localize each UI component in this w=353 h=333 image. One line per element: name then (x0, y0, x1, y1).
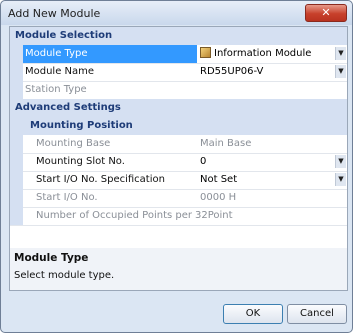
category-module-selection[interactable]: Module Selection (10, 27, 347, 45)
dropdown-arrow-icon[interactable]: ▼ (335, 65, 346, 78)
row-indent (10, 207, 23, 225)
category-advanced-settings[interactable]: Advanced Settings (10, 99, 347, 117)
start-io-spec-dropdown[interactable]: Not Set ▼ (195, 171, 347, 189)
module-type-label: Module Type (23, 45, 197, 63)
row-indent (10, 189, 23, 207)
mounting-base-value: Main Base (200, 138, 252, 149)
row-indent (10, 45, 23, 63)
module-type-dropdown[interactable]: Information Module ▼ (195, 45, 347, 63)
module-name-dropdown[interactable]: RD55UP06-V ▼ (195, 63, 347, 81)
row-indent (10, 135, 23, 153)
row-mounting-slot[interactable]: Mounting Slot No. 0 ▼ (10, 153, 347, 172)
occupied-points-label: Number of Occupied Points per 1 (36, 210, 195, 221)
row-start-io-spec[interactable]: Start I/O No. Specification Not Set ▼ (10, 171, 347, 190)
dropdown-arrow-icon[interactable]: ▼ (335, 155, 346, 168)
category-label: Module Selection (15, 30, 113, 41)
station-type-label: Station Type (25, 84, 87, 95)
row-indent (10, 63, 23, 81)
ok-button[interactable]: OK (223, 304, 283, 324)
row-indent (10, 81, 23, 99)
row-module-name[interactable]: Module Name RD55UP06-V ▼ (10, 63, 347, 82)
row-occupied-points: Number of Occupied Points per 1 32Point (10, 207, 347, 226)
module-type-value: Information Module (214, 48, 312, 59)
occupied-points-value: 32Point (195, 210, 233, 221)
module-name-label: Module Name (25, 66, 95, 77)
start-io-spec-label: Start I/O No. Specification (36, 174, 165, 185)
row-indent (10, 171, 23, 189)
mounting-slot-dropdown[interactable]: 0 ▼ (195, 153, 347, 171)
mounting-slot-label: Mounting Slot No. (36, 156, 125, 167)
category-mounting-position[interactable]: Mounting Position (10, 117, 347, 135)
description-title: Module Type (14, 252, 89, 264)
row-module-type[interactable]: Module Type Information Module ▼ (10, 45, 347, 64)
description-text: Select module type. (14, 270, 115, 281)
module-icon (200, 47, 211, 58)
cancel-button[interactable]: Cancel (287, 304, 347, 324)
description-panel: Module Type Select module type. (9, 248, 348, 291)
module-name-value: RD55UP06-V (200, 66, 264, 77)
row-station-type: Station Type (10, 81, 347, 100)
mounting-slot-value: 0 (200, 156, 207, 167)
add-new-module-dialog: Add New Module ✕ Module Selection Module… (0, 0, 353, 333)
row-mounting-base: Mounting Base Main Base (10, 135, 347, 154)
start-io-spec-value: Not Set (200, 174, 238, 185)
title-bar: Add New Module ✕ (1, 1, 352, 25)
row-start-io: Start I/O No. 0000 H (10, 189, 347, 208)
category-label: Advanced Settings (15, 102, 121, 113)
start-io-value: 0000 H (200, 192, 237, 203)
mounting-base-label: Mounting Base (36, 138, 111, 149)
property-grid: Module Selection Module Type Information… (9, 26, 348, 250)
dropdown-arrow-icon[interactable]: ▼ (335, 47, 346, 60)
station-type-value (195, 81, 347, 99)
dialog-title: Add New Module (8, 7, 101, 20)
start-io-label: Start I/O No. (36, 192, 98, 203)
row-indent (10, 153, 23, 171)
close-button[interactable]: ✕ (305, 4, 347, 22)
category-label: Mounting Position (30, 120, 133, 131)
dropdown-arrow-icon[interactable]: ▼ (335, 173, 346, 186)
